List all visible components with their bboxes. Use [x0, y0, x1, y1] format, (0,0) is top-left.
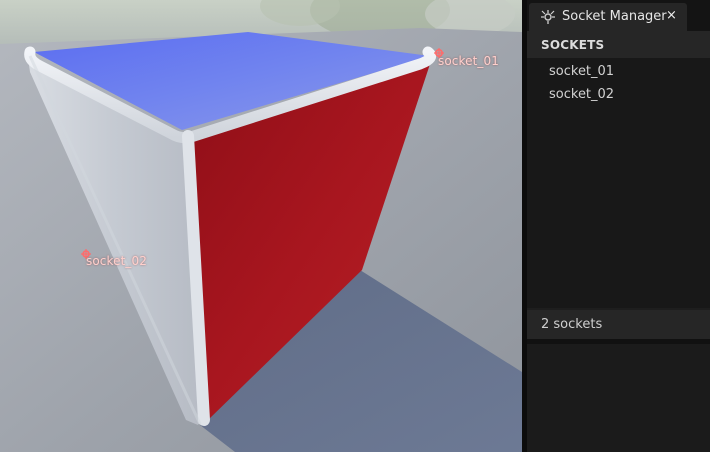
sockets-header: SOCKETS	[527, 31, 710, 58]
socket-list-item-label: socket_02	[549, 87, 615, 102]
socket-manager-panel: Socket Manager × SOCKETS socket_01 socke…	[527, 0, 710, 452]
close-icon[interactable]: ×	[666, 8, 677, 23]
socket-list-item[interactable]: socket_01	[527, 61, 710, 83]
socket-marker-label: socket_02	[86, 254, 147, 268]
tab-title: Socket Manager	[562, 9, 667, 24]
viewport[interactable]: socket_01 socket_02	[0, 0, 522, 452]
sockets-section: SOCKETS socket_01 socket_02	[527, 31, 710, 308]
status-bar: 2 sockets	[527, 310, 710, 339]
socket-manager-icon	[541, 10, 555, 24]
socket-count: 2 sockets	[541, 317, 603, 332]
tab-bar: Socket Manager ×	[527, 0, 710, 31]
socket-list-item[interactable]: socket_02	[527, 84, 710, 106]
tab-socket-manager[interactable]: Socket Manager ×	[529, 3, 687, 31]
panel-empty-area	[527, 344, 710, 452]
socket-list-item-label: socket_01	[549, 64, 615, 79]
socket-marker-label: socket_01	[438, 54, 499, 68]
sockets-header-label: SOCKETS	[541, 38, 605, 52]
